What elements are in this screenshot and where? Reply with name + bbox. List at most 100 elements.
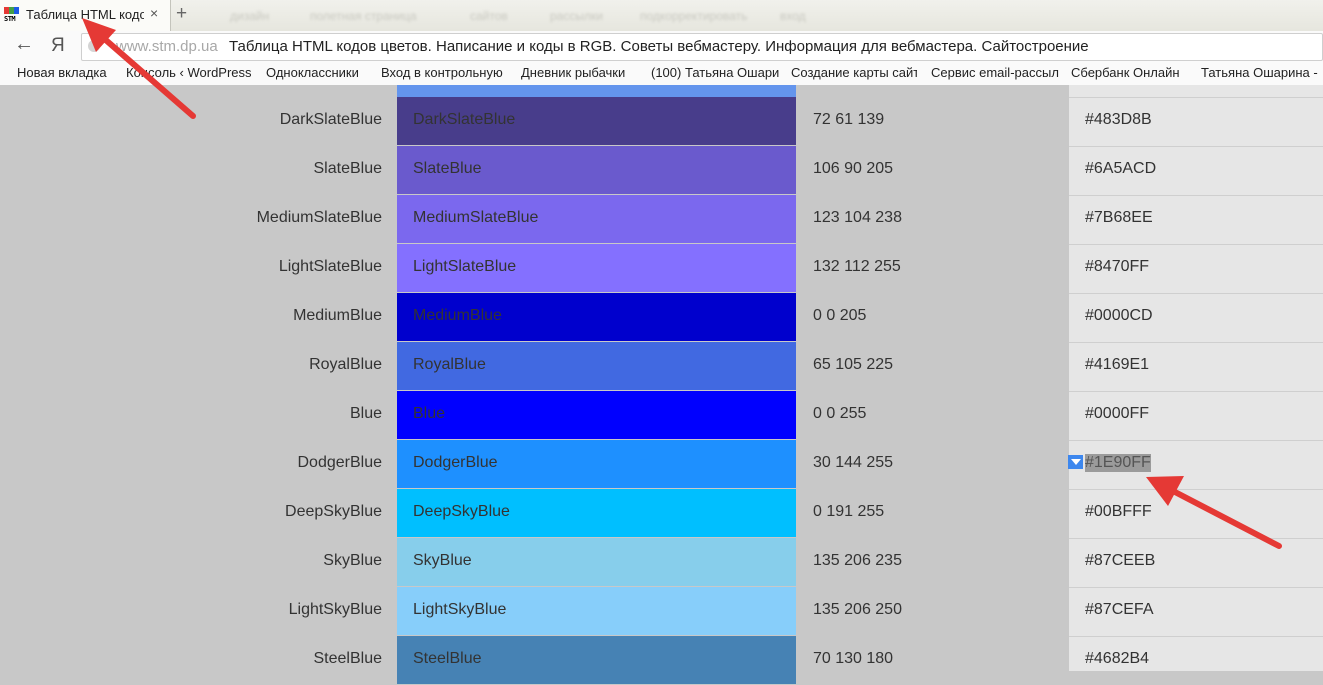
rgb-value[interactable]: 0 0 205 bbox=[813, 307, 866, 325]
hex-value[interactable]: #0000CD bbox=[1085, 307, 1153, 325]
rgb-value[interactable]: 132 112 255 bbox=[813, 258, 901, 276]
color-swatch: DodgerBlue bbox=[397, 440, 796, 488]
background-tab[interactable]: подкорректировать bbox=[640, 9, 747, 23]
color-swatch: Blue bbox=[397, 391, 796, 439]
row-separator bbox=[1069, 97, 1323, 98]
url-domain[interactable]: www.stm.dp.ua bbox=[116, 38, 218, 55]
color-name: LightSkyBlue bbox=[288, 601, 382, 618]
color-name: SteelBlue bbox=[313, 650, 383, 667]
rgb-value[interactable]: 0 191 255 bbox=[813, 503, 884, 521]
active-tab[interactable]: STM Таблица HTML кодов × bbox=[0, 0, 171, 31]
color-swatch: DeepSkyBlue bbox=[397, 489, 796, 537]
rgb-value[interactable]: 70 130 180 bbox=[813, 650, 893, 668]
row-separator bbox=[1069, 293, 1323, 294]
color-swatch: MediumSlateBlue bbox=[397, 195, 796, 243]
bookmark-item[interactable]: Вход в контрольную bbox=[381, 65, 507, 80]
hex-value[interactable]: #87CEFA bbox=[1085, 601, 1153, 619]
bookmarks-bar: Новая вкладка Консоль ‹ WordPress Однокл… bbox=[0, 61, 1323, 86]
background-tab[interactable]: вход bbox=[780, 9, 806, 23]
site-info-icon[interactable] bbox=[88, 40, 100, 52]
color-name: SlateBlue bbox=[313, 160, 383, 177]
favicon-text: STM bbox=[4, 15, 16, 23]
yandex-logo-icon[interactable]: Я bbox=[51, 35, 65, 57]
hex-value[interactable]: #4169E1 bbox=[1085, 356, 1149, 374]
swatch-label: RoyalBlue bbox=[413, 356, 486, 373]
color-swatch: MediumBlue bbox=[397, 293, 796, 341]
color-swatch: LightSlateBlue bbox=[397, 244, 796, 292]
tab-strip: дизайн полетная страница сайтов рассылки… bbox=[0, 0, 1323, 31]
new-tab-button[interactable]: + bbox=[176, 3, 187, 25]
table-row: RoyalBlue RoyalBlue 65 105 225 #4169E1 bbox=[0, 342, 1323, 391]
color-swatch: SteelBlue bbox=[397, 636, 796, 684]
rgb-value[interactable]: 135 206 235 bbox=[813, 552, 902, 570]
rgb-value[interactable]: 0 0 255 bbox=[813, 405, 866, 423]
background-tab[interactable]: сайтов bbox=[470, 9, 508, 23]
hex-value[interactable]: #4682B4 bbox=[1085, 650, 1149, 668]
rgb-value[interactable]: 135 206 250 bbox=[813, 601, 902, 619]
row-separator bbox=[1069, 342, 1323, 343]
table-row: Blue Blue 0 0 255 #0000FF bbox=[0, 391, 1323, 440]
hex-value[interactable]: #87CEEB bbox=[1085, 552, 1155, 570]
rgb-value[interactable]: 65 105 225 bbox=[813, 356, 893, 374]
color-swatch: SlateBlue bbox=[397, 146, 796, 194]
background-tab[interactable]: дизайн bbox=[230, 9, 269, 23]
tab-title: Таблица HTML кодов bbox=[26, 7, 144, 22]
color-swatch: RoyalBlue bbox=[397, 342, 796, 390]
table-row: MediumSlateBlue MediumSlateBlue 123 104 23… bbox=[0, 195, 1323, 244]
close-tab-icon[interactable]: × bbox=[150, 5, 158, 21]
swatch-label: MediumSlateBlue bbox=[413, 209, 539, 226]
bookmark-item[interactable]: Одноклассники bbox=[266, 65, 370, 80]
swatch-label: DodgerBlue bbox=[413, 454, 498, 471]
bookmark-item[interactable]: Сбербанк Онлайн bbox=[1071, 65, 1189, 80]
partial-swatch-cornflowerblue bbox=[397, 85, 796, 97]
page-title-in-address-bar[interactable]: Таблица HTML кодов цветов. Написание и к… bbox=[229, 38, 1089, 55]
swatch-label: DarkSlateBlue bbox=[413, 111, 516, 128]
hex-value-selected[interactable]: #1E90FF bbox=[1085, 454, 1151, 472]
bookmark-item[interactable]: Новая вкладка bbox=[17, 65, 121, 80]
row-separator bbox=[1069, 489, 1323, 490]
bookmark-item[interactable]: Дневник рыбачки bbox=[521, 65, 639, 80]
color-name: LightSlateBlue bbox=[278, 258, 382, 275]
hex-value[interactable]: #483D8B bbox=[1085, 111, 1152, 129]
rgb-value[interactable]: 72 61 139 bbox=[813, 111, 884, 129]
bookmark-item[interactable]: Татьяна Ошарина - bbox=[1201, 65, 1323, 80]
table-row: SlateBlue SlateBlue 106 90 205 #6A5ACD bbox=[0, 146, 1323, 195]
selection-dropdown-icon[interactable] bbox=[1068, 455, 1083, 469]
bookmark-item[interactable]: (100) Татьяна Ошарина bbox=[651, 65, 779, 80]
row-separator bbox=[1069, 440, 1323, 441]
row-separator bbox=[1069, 146, 1323, 147]
hex-value[interactable]: #00BFFF bbox=[1085, 503, 1152, 521]
address-bar[interactable]: www.stm.dp.ua Таблица HTML кодов цветов.… bbox=[81, 33, 1323, 61]
hex-value[interactable]: #7B68EE bbox=[1085, 209, 1153, 227]
table-row: DodgerBlue DodgerBlue 30 144 255 #1E90FF bbox=[0, 440, 1323, 489]
row-separator bbox=[1069, 391, 1323, 392]
color-name: RoyalBlue bbox=[309, 356, 382, 373]
swatch-label: LightSlateBlue bbox=[413, 258, 517, 275]
hex-value[interactable]: #8470FF bbox=[1085, 258, 1149, 276]
swatch-label: LightSkyBlue bbox=[413, 601, 507, 618]
color-name: Blue bbox=[349, 405, 382, 422]
back-arrow-icon[interactable]: ← bbox=[14, 33, 34, 56]
browser-toolbar: ← Я www.stm.dp.ua Таблица HTML кодов цве… bbox=[0, 31, 1323, 61]
color-table: DarkSlateBlue DarkSlateBlue 72 61 139 #483D… bbox=[0, 85, 1323, 684]
background-tab[interactable]: рассылки bbox=[550, 9, 603, 23]
table-row: LightSlateBlue LightSlateBlue 132 112 255 #… bbox=[0, 244, 1323, 293]
bookmark-item[interactable]: Консоль ‹ WordPress bbox=[126, 65, 252, 80]
background-tab[interactable]: полетная страница bbox=[310, 9, 417, 23]
color-name: DodgerBlue bbox=[297, 454, 383, 471]
rgb-value[interactable]: 123 104 238 bbox=[813, 209, 902, 227]
bookmark-item[interactable]: Сервис email-рассылок bbox=[931, 65, 1059, 80]
bookmark-item[interactable]: Создание карты сайта bbox=[791, 65, 917, 80]
row-separator bbox=[1069, 538, 1323, 539]
color-swatch: SkyBlue bbox=[397, 538, 796, 586]
hex-value[interactable]: #0000FF bbox=[1085, 405, 1149, 423]
rgb-value[interactable]: 106 90 205 bbox=[813, 160, 893, 178]
rgb-value[interactable]: 30 144 255 bbox=[813, 454, 893, 472]
hex-value[interactable]: #6A5ACD bbox=[1085, 160, 1156, 178]
color-name: DarkSlateBlue bbox=[279, 111, 382, 128]
table-row: SkyBlue SkyBlue 135 206 235 #87CEEB bbox=[0, 538, 1323, 587]
table-row: LightSkyBlue LightSkyBlue 135 206 250 #87CE… bbox=[0, 587, 1323, 636]
swatch-label: SteelBlue bbox=[413, 650, 482, 667]
row-separator bbox=[1069, 587, 1323, 588]
color-name: MediumBlue bbox=[293, 307, 382, 324]
